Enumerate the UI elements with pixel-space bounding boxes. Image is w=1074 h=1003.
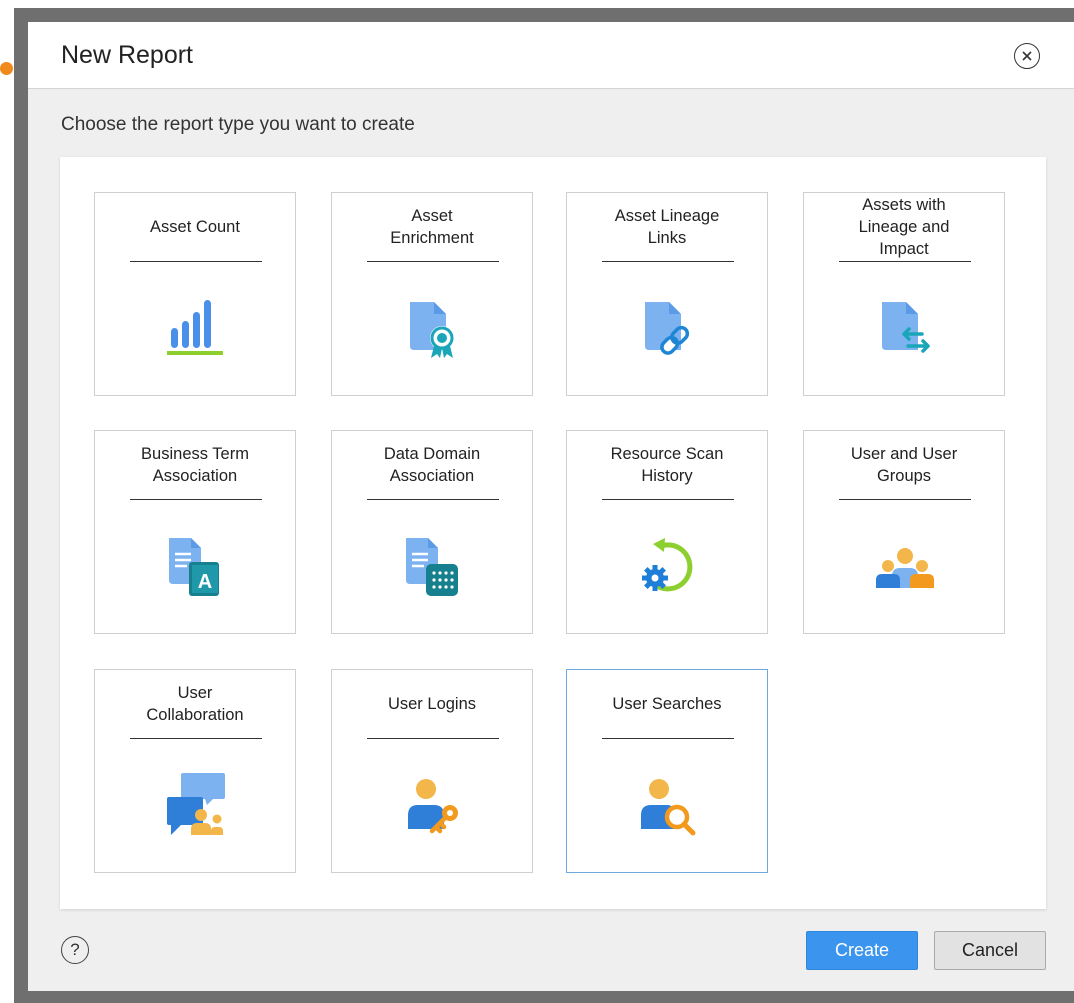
report-card-business-term-association[interactable]: Business Term Association A [94,430,296,634]
report-card-user-and-user-groups[interactable]: User and User Groups [803,430,1005,634]
report-card-label: Business Term Association [141,445,249,485]
report-card-label: Asset Enrichment [390,207,474,247]
cancel-button[interactable]: Cancel [934,931,1046,970]
close-button[interactable] [1014,43,1040,69]
report-card-label: Data Domain Association [383,445,481,485]
report-card-divider [130,738,262,739]
report-card-divider [839,499,971,500]
bar-chart-icon [161,288,231,368]
report-card-label: Asset Lineage Links [614,207,720,247]
report-card-divider [367,499,499,500]
report-card-label: User Searches [612,695,722,713]
help-button[interactable]: ? [61,936,89,964]
close-icon [1022,51,1032,61]
report-card-label: User Logins [387,695,477,713]
report-card-divider [602,499,734,500]
new-report-dialog: New Report Choose the report type you wa… [28,22,1074,991]
report-card-divider [839,261,971,262]
orange-dot-indicator [0,62,13,75]
document-badge-icon [398,288,468,368]
create-button[interactable]: Create [806,931,918,970]
report-card-label: User Collaboration [146,684,244,724]
report-card-user-collaboration[interactable]: User Collaboration [94,669,296,873]
user-search-icon [633,765,703,845]
gear-history-icon [633,526,703,606]
document-grid-icon [398,526,468,606]
document-book-icon: A [161,526,231,606]
report-card-data-domain-association[interactable]: Data Domain Association [331,430,533,634]
report-card-label: Assets with Lineage and Impact [858,196,950,258]
report-card-divider [602,738,734,739]
report-card-divider [602,261,734,262]
report-card-asset-enrichment[interactable]: Asset Enrichment [331,192,533,396]
svg-text:A: A [198,571,212,593]
report-card-divider [130,261,262,262]
report-card-divider [367,738,499,739]
dialog-title: New Report [61,41,193,69]
report-card-assets-with-lineage-and-impact[interactable]: Assets with Lineage and Impact [803,192,1005,396]
document-link-icon [633,288,703,368]
report-card-asset-count[interactable]: Asset Count [94,192,296,396]
user-group-icon [870,526,940,606]
report-type-grid: Asset Count Asset Enrichment Asset Linea… [60,157,1046,909]
document-arrows-icon [870,288,940,368]
report-card-label: Resource Scan History [610,445,724,485]
user-key-icon [398,765,468,845]
help-icon: ? [70,940,80,959]
report-card-label: User and User Groups [850,445,958,485]
report-card-divider [130,499,262,500]
report-card-user-logins[interactable]: User Logins [331,669,533,873]
chat-users-icon [161,765,231,845]
report-card-resource-scan-history[interactable]: Resource Scan History [566,430,768,634]
dialog-header: New Report [28,22,1074,89]
dialog-subtitle: Choose the report type you want to creat… [61,114,415,135]
report-card-user-searches[interactable]: User Searches [566,669,768,873]
report-card-label: Asset Count [150,218,240,236]
report-card-asset-lineage-links[interactable]: Asset Lineage Links [566,192,768,396]
report-card-divider [367,261,499,262]
